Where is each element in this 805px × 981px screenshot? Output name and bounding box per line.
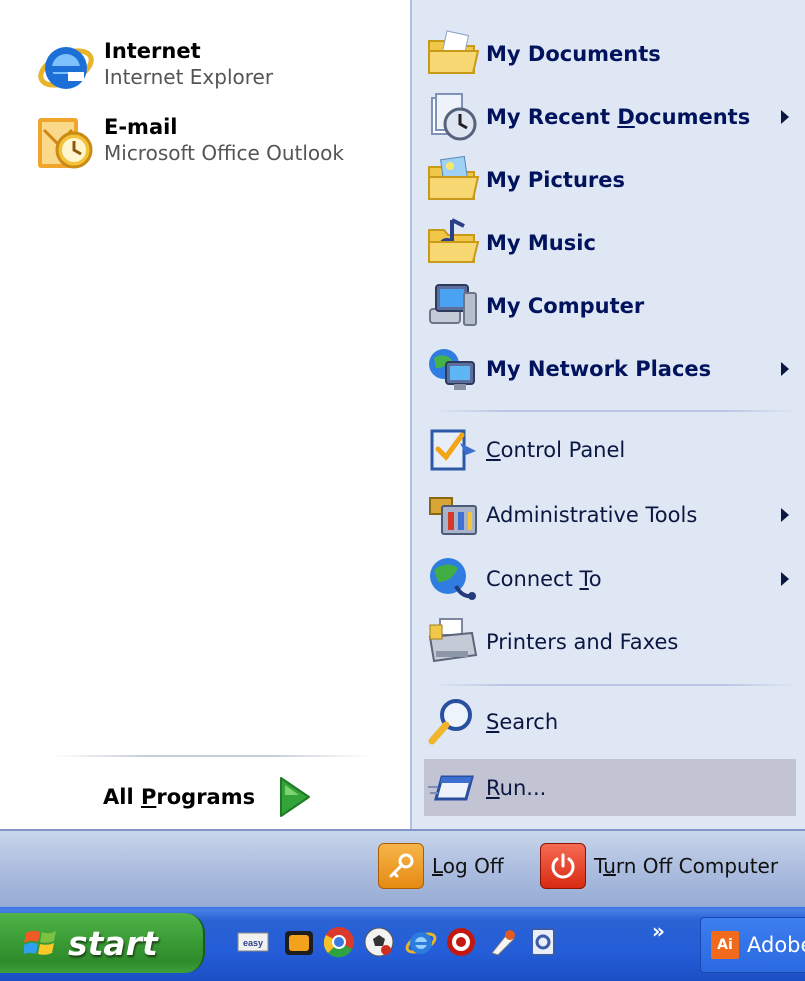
menu-my-network-places[interactable]: My Network Places bbox=[426, 340, 801, 398]
turn-off-computer-label: Turn Off Computer bbox=[594, 854, 779, 878]
easy-icon[interactable]: easy bbox=[236, 925, 270, 959]
internet-explorer-icon bbox=[38, 47, 94, 89]
computer-icon bbox=[429, 284, 477, 326]
network-places-icon bbox=[429, 349, 475, 390]
menu-my-music-label: My Music bbox=[486, 231, 596, 255]
menu-administrative-tools-label: Administrative Tools bbox=[486, 503, 698, 527]
outlook-icon bbox=[38, 118, 93, 169]
key-icon bbox=[378, 843, 424, 889]
taskbar: start easy » Ai Adobe bbox=[0, 907, 805, 981]
start-button[interactable]: start bbox=[0, 913, 205, 973]
taskbar-app-adobe[interactable]: Ai Adobe bbox=[700, 917, 805, 973]
pinned-internet-subtitle: Internet Explorer bbox=[104, 65, 274, 89]
right-separator-2 bbox=[432, 684, 797, 686]
menu-my-computer[interactable]: My Computer bbox=[426, 277, 801, 335]
pinned-email-title: E-mail bbox=[104, 115, 178, 139]
folder-music-icon bbox=[428, 218, 480, 263]
red-circle-icon[interactable] bbox=[444, 925, 478, 959]
start-menu-footer: Log Off Turn Off Computer bbox=[0, 829, 805, 909]
left-pane: Internet Internet Explorer E-mail Micros… bbox=[0, 0, 410, 829]
menu-my-documents-label: My Documents bbox=[486, 42, 661, 66]
power-icon bbox=[540, 843, 586, 889]
connect-to-icon bbox=[430, 558, 476, 600]
all-programs-label: All Programs bbox=[103, 785, 256, 809]
menu-search-label: Search bbox=[486, 710, 559, 734]
menu-my-pictures[interactable]: My Pictures bbox=[426, 151, 801, 209]
illustrator-icon: Ai bbox=[711, 931, 739, 959]
menu-administrative-tools[interactable]: Administrative Tools bbox=[426, 486, 801, 544]
soccer-ball-icon[interactable] bbox=[362, 925, 396, 959]
ie-icon[interactable] bbox=[404, 925, 438, 959]
administrative-tools-icon bbox=[429, 497, 477, 535]
submenu-arrow-icon bbox=[781, 110, 789, 124]
toolbox-icon[interactable] bbox=[282, 925, 316, 959]
right-pane: My Documents My Recent Documents My Pict… bbox=[410, 0, 805, 829]
run-icon bbox=[428, 775, 474, 801]
menu-my-music[interactable]: My Music bbox=[426, 214, 801, 272]
pinned-email[interactable]: E-mail Microsoft Office Outlook bbox=[34, 110, 344, 174]
menu-printers-and-faxes[interactable]: Printers and Faxes bbox=[426, 613, 801, 671]
all-programs-button[interactable]: All Programs bbox=[103, 775, 313, 819]
submenu-arrow-icon bbox=[781, 508, 789, 522]
taskbar-app-label: Adobe bbox=[747, 933, 805, 957]
menu-control-panel-label: Control Panel bbox=[486, 438, 626, 462]
folder-documents-icon bbox=[428, 30, 480, 74]
windows-flag-icon bbox=[24, 930, 56, 955]
menu-connect-to[interactable]: Connect To bbox=[426, 550, 801, 608]
menu-search[interactable]: Search bbox=[426, 693, 801, 751]
chrome-icon[interactable] bbox=[322, 925, 356, 959]
recent-documents-icon bbox=[431, 93, 477, 141]
log-off-button[interactable]: Log Off bbox=[378, 843, 504, 889]
right-separator-1 bbox=[432, 410, 797, 412]
left-separator bbox=[50, 755, 370, 757]
pinned-internet-title: Internet bbox=[104, 39, 201, 63]
quick-launch-overflow[interactable]: » bbox=[652, 919, 665, 943]
media-icon[interactable] bbox=[486, 925, 520, 959]
menu-connect-to-label: Connect To bbox=[486, 567, 602, 591]
green-arrow-icon bbox=[280, 777, 311, 817]
turn-off-computer-button[interactable]: Turn Off Computer bbox=[540, 843, 778, 889]
printer-icon bbox=[428, 618, 478, 663]
menu-my-recent-documents[interactable]: My Recent Documents bbox=[426, 88, 801, 146]
menu-control-panel[interactable]: Control Panel bbox=[426, 421, 801, 479]
pinned-email-subtitle: Microsoft Office Outlook bbox=[104, 141, 344, 165]
submenu-arrow-icon bbox=[781, 572, 789, 586]
submenu-arrow-icon bbox=[781, 362, 789, 376]
pinned-internet[interactable]: Internet Internet Explorer bbox=[34, 34, 273, 98]
svg-text:easy: easy bbox=[243, 938, 263, 948]
scanner-icon[interactable] bbox=[526, 925, 560, 959]
menu-printers-and-faxes-label: Printers and Faxes bbox=[486, 630, 679, 654]
folder-pictures-icon bbox=[428, 155, 480, 200]
menu-my-pictures-label: My Pictures bbox=[486, 168, 626, 192]
log-off-label: Log Off bbox=[432, 854, 504, 878]
menu-my-network-places-label: My Network Places bbox=[486, 357, 712, 381]
menu-my-recent-documents-label: My Recent Documents bbox=[486, 105, 751, 129]
menu-my-documents[interactable]: My Documents bbox=[426, 25, 801, 83]
control-panel-icon bbox=[430, 429, 476, 471]
menu-run-label: Run... bbox=[486, 776, 547, 800]
search-icon bbox=[428, 699, 472, 745]
menu-my-computer-label: My Computer bbox=[486, 294, 645, 318]
menu-run[interactable]: Run... bbox=[426, 759, 801, 817]
start-label: start bbox=[68, 923, 158, 963]
